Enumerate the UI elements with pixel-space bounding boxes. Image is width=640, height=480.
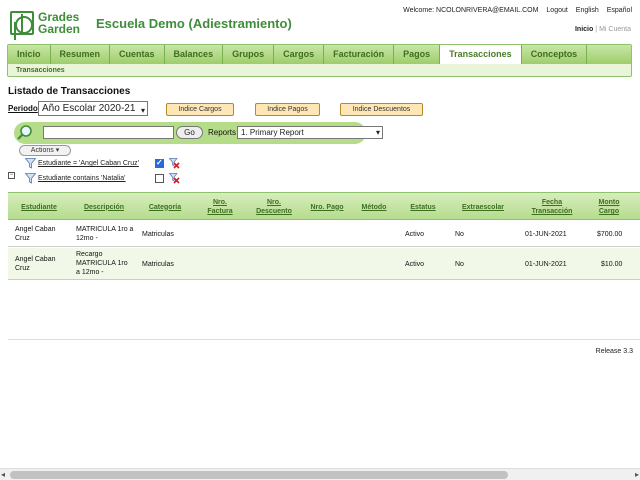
tab-cuentas[interactable]: Cuentas (110, 45, 165, 64)
page-title: Listado de Transacciones (8, 86, 131, 97)
periodo-select[interactable]: Año Escolar 2020-21 ▾ (38, 101, 148, 116)
tab-transacciones[interactable]: Transacciones (440, 45, 522, 64)
cell-estudiante: Angel Caban Cruz (15, 226, 56, 242)
grades-garden-logo[interactable]: Grades Garden (10, 11, 90, 35)
col-descripcion[interactable]: Descripción (76, 193, 132, 221)
logout-link[interactable]: Logout (546, 7, 567, 14)
cell-categoria: Matriculas (142, 231, 174, 238)
col-metodo[interactable]: Método (354, 193, 394, 221)
cell-estatus: Activo (405, 261, 425, 268)
cell-descripcion: Recargo MATRICULA 1ro a 12mo - (76, 251, 128, 276)
table-row[interactable]: Angel Caban Cruz Recargo MATRICULA 1ro a… (8, 248, 640, 280)
tab-facturaci-n[interactable]: Facturación (324, 45, 395, 64)
indice-cargos-button[interactable]: Indice Cargos (166, 103, 234, 116)
actions-label: Actions (30, 147, 54, 154)
english-link[interactable]: English (576, 7, 599, 14)
remove-filter-icon[interactable] (168, 158, 180, 171)
periodo-value: Año Escolar 2020-21 (42, 103, 136, 114)
go-button[interactable]: Go (176, 126, 203, 139)
tab-inicio[interactable]: Inicio (8, 45, 51, 64)
filter-text[interactable]: Estudiante = 'Angel Caban Cruz' (38, 160, 139, 167)
mi-cuenta-link[interactable]: Mi Cuenta (599, 26, 631, 33)
table-row[interactable]: Angel Caban Cruz MATRICULA 1ro a 12mo - … (8, 221, 640, 247)
logo-line-2: Garden (38, 22, 81, 36)
col-estudiante[interactable]: Estudiante (8, 193, 70, 221)
indice-descuentos-button[interactable]: Indice Descuentos (340, 103, 423, 116)
cell-estudiante: Angel Caban Cruz (15, 256, 56, 272)
reports-value: 1. Primary Report (241, 128, 304, 137)
cell-extraescolar: No (455, 231, 464, 238)
col-extraescolar[interactable]: Extraescolar (454, 193, 512, 221)
grid-header: Estudiante Descripción Categoría Nro. Fa… (8, 192, 640, 220)
periodo-label: Periodo (8, 104, 38, 113)
logo-text: Grades Garden (38, 11, 80, 35)
col-nro-descuento[interactable]: Nro. Descuento (252, 193, 296, 221)
remove-filter-icon[interactable] (168, 173, 180, 186)
espanol-link[interactable]: Español (607, 7, 632, 14)
filter-checkbox[interactable] (155, 174, 164, 183)
cell-estatus: Activo (405, 231, 425, 238)
main-nav: Inicio Resumen Cuentas Balances Grupos Cargos… (7, 44, 632, 77)
actions-button[interactable]: Actions ▾ (19, 145, 71, 156)
cell-monto: $700.00 (597, 231, 623, 238)
collapse-filters-icon[interactable]: − (8, 172, 15, 179)
tab-pagos[interactable]: Pagos (394, 45, 441, 64)
tab-grupos[interactable]: Grupos (223, 45, 275, 64)
col-nro-factura[interactable]: Nro. Factura (203, 193, 237, 221)
chevron-down-icon: ▾ (55, 147, 60, 154)
cell-fecha: 01-JUN-2021 (525, 261, 567, 268)
filter-row-1: Estudiante = 'Angel Caban Cruz' (24, 158, 185, 171)
funnel-icon (24, 158, 37, 171)
cell-descripcion: MATRICULA 1ro a 12mo - (76, 226, 134, 242)
funnel-icon (24, 173, 37, 186)
chevron-down-icon: ▾ (140, 106, 145, 115)
breadcrumb[interactable]: Transacciones (16, 67, 65, 74)
globe-icon (10, 11, 34, 35)
cell-fecha: 01-JUN-2021 (525, 231, 567, 238)
reports-label: Reports (208, 128, 237, 137)
release-version: Release 3.3 (595, 348, 633, 355)
footer-divider (8, 339, 640, 340)
cell-categoria: Matriculas (142, 261, 174, 268)
filter-row-2: Estudiante contains 'Natalia' (24, 173, 185, 186)
indice-pagos-button[interactable]: Indice Pagos (255, 103, 320, 116)
app-title: Escuela Demo (Adiestramiento) (96, 16, 292, 31)
nav-tabs: Inicio Resumen Cuentas Balances Grupos Cargos… (8, 45, 631, 64)
col-nro-pago[interactable]: Nro. Pago (310, 193, 344, 221)
col-fecha-transaccion[interactable]: Fecha Transacción (522, 193, 582, 221)
scrollbar-thumb[interactable] (10, 471, 508, 479)
filter-checkbox[interactable] (155, 158, 164, 168)
inicio-link[interactable]: Inicio (575, 26, 593, 33)
col-estatus[interactable]: Estatus (402, 193, 444, 221)
tab-cargos[interactable]: Cargos (274, 45, 325, 64)
link-separator: | (595, 26, 598, 33)
cell-monto: $10.00 (601, 261, 623, 268)
horizontal-scrollbar[interactable]: ◂ ▸ (0, 468, 640, 480)
sub-links: Inicio | Mi Cuenta (575, 26, 631, 33)
col-categoria[interactable]: Categoría (138, 193, 192, 221)
col-monto-cargo[interactable]: Monto Cargo (590, 193, 628, 221)
cell-extraescolar: No (455, 261, 464, 268)
scroll-right-icon[interactable]: ▸ (635, 470, 639, 479)
search-icon[interactable] (16, 125, 34, 141)
reports-select[interactable]: 1. Primary Report ▾ (237, 126, 383, 139)
filter-text[interactable]: Estudiante contains 'Natalia' (38, 175, 126, 182)
welcome-text: Welcome: NCOLONRIVERA@EMAIL.COM (403, 7, 539, 14)
tab-resumen[interactable]: Resumen (51, 45, 111, 64)
tab-balances[interactable]: Balances (165, 45, 224, 64)
top-links: Welcome: NCOLONRIVERA@EMAIL.COM Logout E… (397, 7, 632, 14)
tab-conceptos[interactable]: Conceptos (522, 45, 588, 64)
search-input[interactable] (43, 126, 174, 139)
chevron-down-icon: ▾ (375, 128, 380, 137)
scroll-left-icon[interactable]: ◂ (1, 470, 5, 479)
header: Grades Garden Escuela Demo (Adiestramien… (0, 0, 640, 44)
